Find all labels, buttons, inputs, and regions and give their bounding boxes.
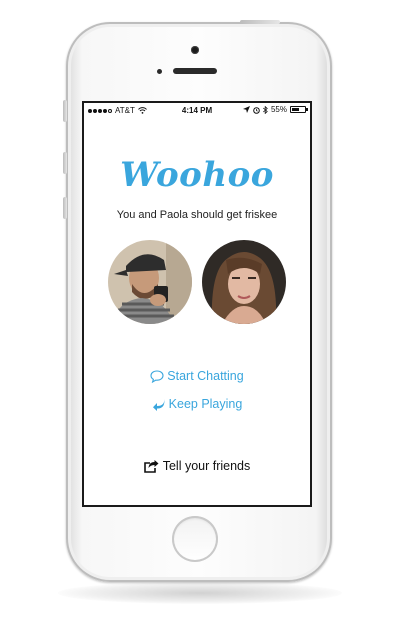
status-right: 55%: [242, 105, 308, 114]
location-arrow-icon: [242, 106, 250, 113]
start-chatting-button[interactable]: Start Chatting: [84, 369, 310, 383]
power-button: [240, 20, 280, 24]
status-bar: AT&T 4:14 PM 55%: [84, 103, 310, 119]
keep-playing-button[interactable]: Keep Playing: [84, 397, 310, 411]
mute-switch: [63, 100, 67, 122]
battery-fill: [292, 108, 299, 111]
proximity-sensor: [157, 69, 162, 74]
match-title: Woohoo: [120, 155, 274, 195]
avatar-match: [202, 240, 286, 324]
return-arrow-icon: [152, 398, 165, 411]
battery-icon: [290, 106, 308, 113]
match-screen: AT&T 4:14 PM 55% Woohoo You and Paola sh…: [82, 101, 312, 507]
volume-up-button: [63, 152, 67, 174]
volume-down-button: [63, 197, 67, 219]
tell-friends-label: Tell your friends: [162, 459, 251, 473]
match-message: You and Paola should get friskee: [116, 209, 278, 221]
device-shadow: [58, 582, 342, 604]
keep-playing-label: Keep Playing: [168, 397, 243, 411]
avatar-user: [108, 240, 192, 324]
tell-friends-button[interactable]: Tell your friends: [84, 459, 310, 473]
chat-bubble-icon: [150, 369, 164, 383]
bluetooth-icon: [263, 105, 268, 114]
share-icon: [143, 459, 159, 473]
battery-percent: 55%: [270, 105, 287, 114]
alarm-icon: [253, 106, 260, 114]
front-camera: [191, 46, 199, 54]
home-button[interactable]: [172, 516, 218, 562]
app-mockup: AT&T 4:14 PM 55% Woohoo You and Paola sh…: [0, 0, 400, 640]
earpiece-speaker: [173, 68, 217, 74]
start-chatting-label: Start Chatting: [167, 369, 244, 383]
